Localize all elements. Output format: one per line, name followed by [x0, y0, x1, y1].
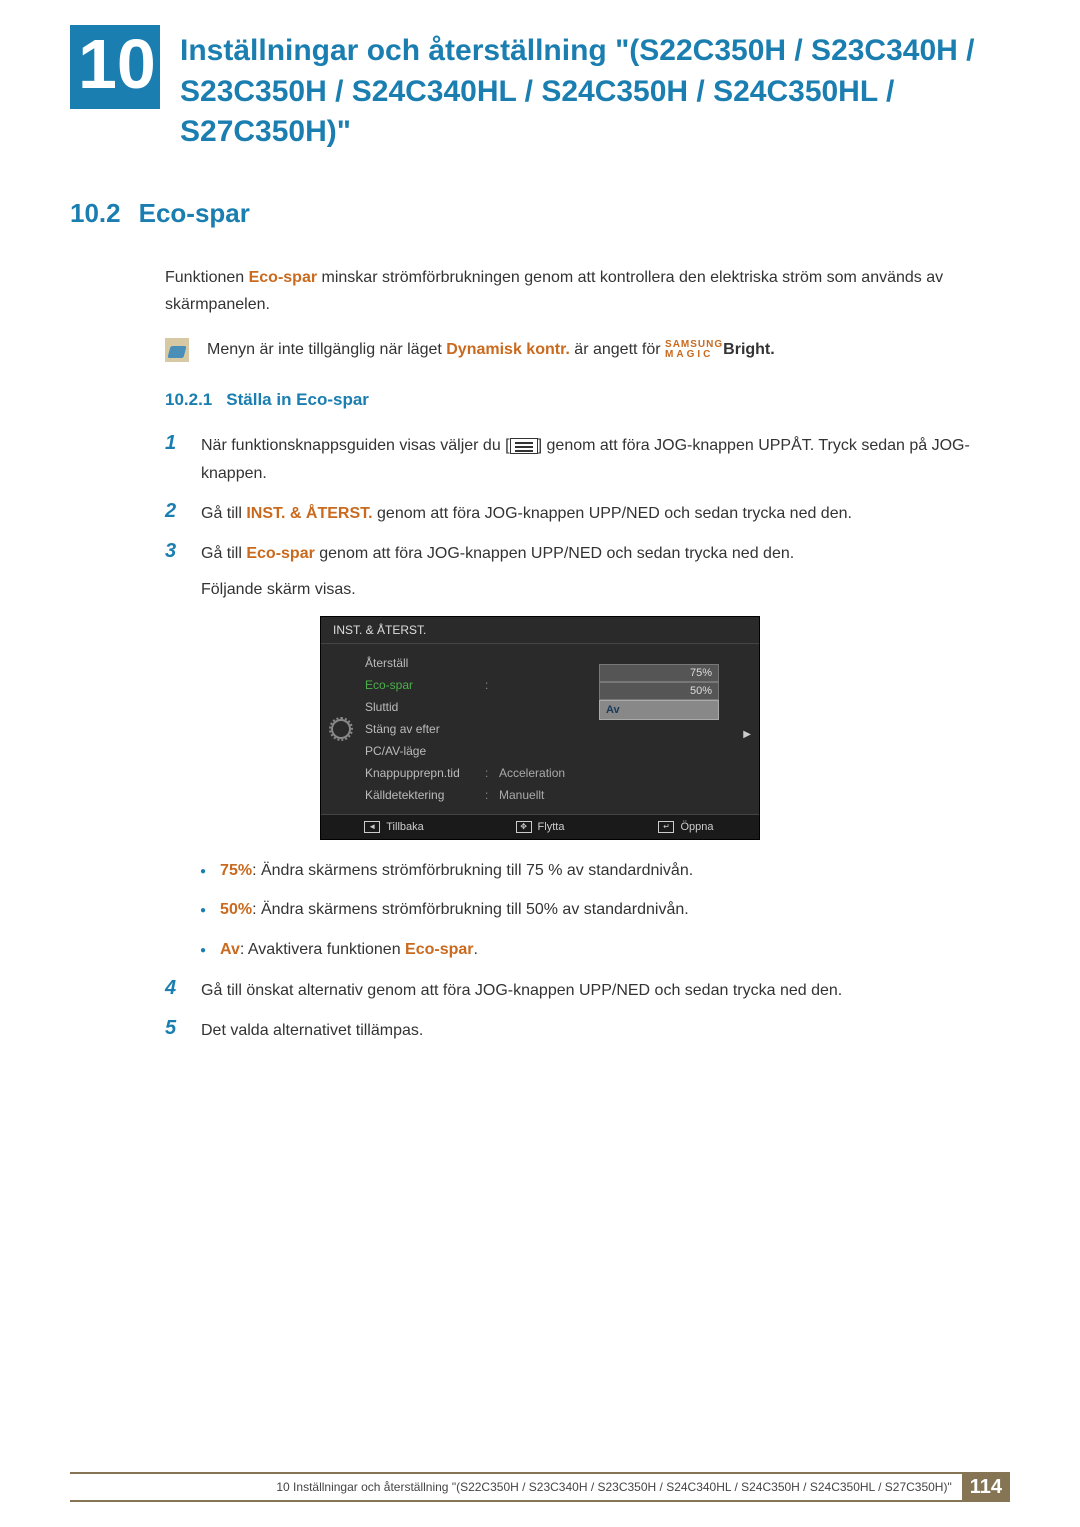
step-number: 2	[165, 500, 183, 523]
info-highlight: Dynamisk kontr.	[446, 341, 570, 358]
section-number: 10.2	[70, 198, 121, 229]
osd-dropdown: 75% 50% Av	[599, 664, 719, 720]
magic-bot: MAGIC	[665, 350, 723, 360]
osd-value: Manuellt	[499, 788, 544, 802]
bullet-text: : Ändra skärmens strömförbrukning till 7…	[252, 862, 693, 879]
step2-highlight: INST. & ÅTERST.	[246, 505, 372, 522]
subsection-title: Ställa in Eco-spar	[226, 390, 369, 410]
step-5: 5 Det valda alternativet tillämpas.	[165, 1017, 980, 1045]
osd-foot-back: ◄ Tillbaka	[321, 815, 467, 839]
osd-label: Eco-spar	[365, 678, 485, 692]
bullet-75: ● 75%: Ändra skärmens strömförbrukning t…	[200, 858, 980, 884]
bullet-hl: 50%	[220, 901, 252, 918]
step-number: 3	[165, 540, 183, 563]
chevron-right-icon: ▶	[743, 729, 751, 740]
bullet-hl: 75%	[220, 862, 252, 879]
info-mid: är angett för	[570, 341, 665, 358]
osd-value: Acceleration	[499, 766, 565, 780]
back-icon: ◄	[364, 821, 380, 833]
intro-pre: Funktionen	[165, 269, 249, 286]
section-title: Eco-spar	[139, 198, 250, 229]
intro-paragraph: Funktionen Eco-spar minskar strömförbruk…	[165, 264, 980, 318]
bullet-hl2: Eco-spar	[405, 941, 473, 958]
step-1: 1 När funktionsknappsguiden visas väljer…	[165, 432, 980, 488]
step-text: Gå till Eco-spar genom att föra JOG-knap…	[201, 540, 794, 604]
step3-highlight: Eco-spar	[246, 545, 314, 562]
osd-body: Återställ Eco-spar: Sluttid Stäng av eft…	[321, 644, 759, 814]
bullet-icon: ●	[200, 943, 206, 963]
osd-foot-label: Tillbaka	[386, 821, 424, 833]
info-note: Menyn är inte tillgänglig när läget Dyna…	[165, 338, 980, 362]
step-4: 4 Gå till önskat alternativ genom att fö…	[165, 977, 980, 1005]
step3-post: genom att föra JOG-knappen UPP/NED och s…	[315, 545, 794, 562]
osd-panel: INST. & ÅTERST. Återställ Eco-spar: Slut…	[320, 616, 760, 840]
step3-pre: Gå till	[201, 545, 246, 562]
bullet-mid: : Avaktivera funktionen	[240, 941, 405, 958]
step-text: Det valda alternativet tillämpas.	[201, 1017, 423, 1045]
bullet-text: : Ändra skärmens strömförbrukning till 5…	[252, 901, 689, 918]
osd-label: PC/AV-läge	[365, 744, 485, 758]
step-text: När funktionsknappsguiden visas väljer d…	[201, 432, 980, 488]
step-2: 2 Gå till INST. & ÅTERST. genom att föra…	[165, 500, 980, 528]
bullet-50: ● 50%: Ändra skärmens strömförbrukning t…	[200, 897, 980, 923]
osd-drop-option: 75%	[599, 664, 719, 682]
page-number: 114	[962, 1473, 1010, 1502]
gear-icon	[331, 719, 351, 739]
chapter-number-badge: 10	[70, 25, 160, 109]
info-pre: Menyn är inte tillgänglig när läget	[207, 341, 446, 358]
footer-text: 10 Inställningar och återställning "(S22…	[276, 1480, 951, 1494]
step-number: 1	[165, 432, 183, 455]
chapter-header: 10 Inställningar och återställning "(S22…	[70, 25, 1010, 153]
bullet-post: .	[474, 941, 478, 958]
note-icon	[165, 338, 189, 362]
step3-extra: Följande skärm visas.	[201, 576, 794, 604]
step-number: 4	[165, 977, 183, 1000]
osd-drop-option: 50%	[599, 682, 719, 700]
step-3: 3 Gå till Eco-spar genom att föra JOG-kn…	[165, 540, 980, 604]
chapter-title: Inställningar och återställning "(S22C35…	[180, 31, 1010, 153]
osd-item-keyrep: Knappupprepn.tid:Acceleration	[361, 762, 759, 784]
osd-label: Stäng av efter	[365, 722, 485, 736]
osd-label: Källdetektering	[365, 788, 485, 802]
info-post: Bright.	[723, 341, 775, 358]
bullet-icon: ●	[200, 903, 206, 923]
bullet-hl: Av	[220, 941, 240, 958]
subsection-header: 10.2.1 Ställa in Eco-spar	[165, 390, 1010, 410]
osd-sep: :	[485, 788, 499, 802]
osd-sep: :	[485, 766, 499, 780]
step-number: 5	[165, 1017, 183, 1040]
osd-label: Sluttid	[365, 700, 485, 714]
step1-pre: När funktionsknappsguiden visas väljer d…	[201, 437, 510, 454]
move-icon: ✥	[516, 821, 532, 833]
osd-foot-label: Flytta	[538, 821, 565, 833]
step-text: Gå till INST. & ÅTERST. genom att föra J…	[201, 500, 852, 528]
intro-highlight: Eco-spar	[249, 269, 317, 286]
osd-item-srcdet: Källdetektering:Manuellt	[361, 784, 759, 806]
osd-title: INST. & ÅTERST.	[321, 617, 759, 644]
info-text: Menyn är inte tillgänglig när läget Dyna…	[207, 338, 775, 362]
osd-foot-label: Öppna	[680, 821, 713, 833]
menu-icon	[510, 438, 538, 454]
osd-item-pcav: PC/AV-läge	[361, 740, 759, 762]
osd-foot-open: ↵ Öppna	[613, 815, 759, 839]
osd-label: Knappupprepn.tid	[365, 766, 485, 780]
step-text: Gå till önskat alternativ genom att föra…	[201, 977, 842, 1005]
step2-pre: Gå till	[201, 505, 246, 522]
osd-footer: ◄ Tillbaka ✥ Flytta ↵ Öppna	[321, 814, 759, 839]
osd-left-column	[321, 644, 361, 814]
section-header: 10.2 Eco-spar	[70, 198, 1010, 229]
step2-post: genom att föra JOG-knappen UPP/NED och s…	[373, 505, 852, 522]
bullet-av: ● Av: Avaktivera funktionen Eco-spar.	[200, 937, 980, 963]
osd-label: Återställ	[365, 656, 485, 670]
osd-foot-move: ✥ Flytta	[467, 815, 613, 839]
enter-icon: ↵	[658, 821, 674, 833]
page-footer: 10 Inställningar och återställning "(S22…	[70, 1472, 1010, 1502]
osd-sep: :	[485, 678, 499, 692]
osd-item-off-after: Stäng av efter	[361, 718, 759, 740]
bullet-icon: ●	[200, 864, 206, 884]
option-list: ● 75%: Ändra skärmens strömförbrukning t…	[200, 858, 980, 963]
osd-drop-selected: Av	[599, 700, 719, 720]
subsection-number: 10.2.1	[165, 390, 212, 410]
